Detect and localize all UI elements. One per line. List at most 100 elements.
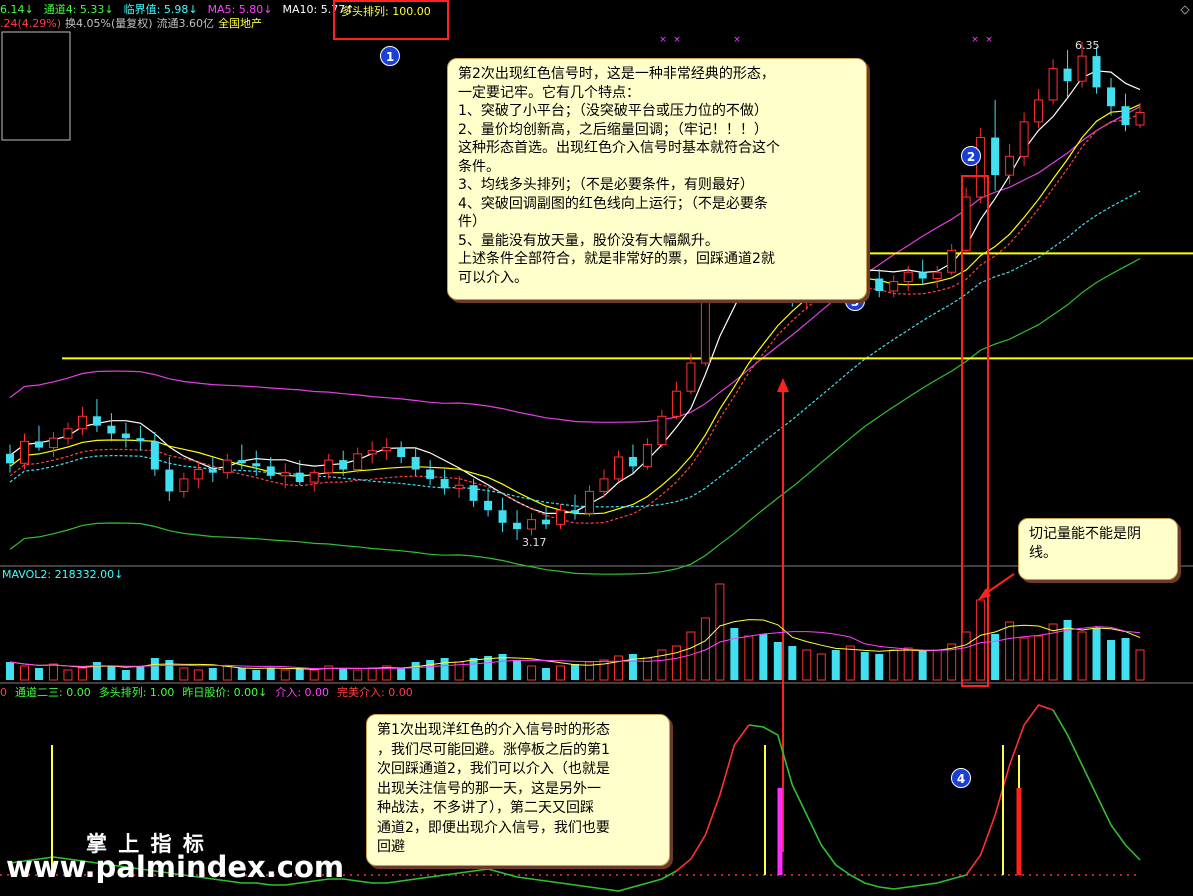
volume-bar-up — [19, 665, 29, 681]
callout-line: 可以介入。 — [458, 269, 528, 286]
candle-body-down — [875, 278, 884, 291]
volume-bar-up — [744, 635, 754, 681]
volume-bar-up — [903, 647, 913, 681]
badge-4: 4 — [951, 768, 971, 788]
volume-bar-up — [309, 669, 319, 681]
candle-body-down — [469, 485, 478, 501]
candle-body-up — [613, 456, 623, 480]
candle-body-up — [63, 428, 73, 439]
candle-body-up — [1077, 55, 1087, 82]
candle-body-down — [295, 472, 304, 483]
volume-bar-up — [599, 659, 609, 681]
candle-body-down — [1107, 87, 1116, 107]
volume-bar-up — [222, 665, 232, 681]
candle-body-up — [280, 472, 290, 477]
candle-body-down — [1092, 56, 1101, 88]
volume-bar-down — [34, 668, 43, 680]
callout-line: 次回踩通道2，我们可以介入（也就是 — [377, 761, 610, 777]
volume-bar-up — [889, 649, 899, 681]
callout-second-signal: 第2次出现红色信号时，这是一种非常经典的形态， 一定要记牢。它有几个特点： 1、突破… — [447, 58, 867, 300]
volume-bar-down — [542, 668, 551, 680]
volume-bar-down — [1121, 638, 1130, 680]
volume-bar-up — [1135, 649, 1145, 681]
candle-body-down — [252, 463, 261, 467]
header-value: MA5: 5.80↓ — [207, 3, 273, 16]
header-value: 换4.05%(量复权) — [65, 17, 153, 30]
candle-body-up — [454, 484, 464, 489]
volume-bar-up — [961, 631, 971, 681]
callout-volume-warning: 切记量能不能是阴 线。 — [1018, 518, 1178, 580]
callout-line: 回避 — [377, 839, 405, 855]
volume-bar-up — [613, 655, 623, 681]
volume-bar-down — [426, 660, 435, 680]
volume-bar-down — [397, 668, 406, 680]
candle-body-up — [179, 478, 189, 492]
volume-bar-down — [628, 654, 637, 680]
candle-body-up — [1034, 99, 1044, 123]
header-value: 通道二三: 0.00 — [15, 686, 91, 699]
volume-bar-up — [657, 649, 667, 681]
volume-bar-down — [773, 642, 782, 680]
volume-bar-up — [932, 649, 942, 681]
candle-body-down — [628, 457, 637, 467]
header-value: 0 — [0, 686, 7, 699]
header-value: 6.14↓ — [0, 3, 34, 16]
candle-body-up — [686, 362, 696, 392]
candle-body-down — [411, 457, 420, 470]
candle-body-down — [571, 510, 579, 514]
volume-bar-down — [411, 662, 420, 680]
callout-line: ，我们尽可能回避。涨停板之后的第1 — [377, 741, 610, 758]
callout-line: 件） — [458, 214, 486, 230]
volume-bar-down — [150, 658, 159, 680]
candle-body-up — [976, 137, 986, 198]
volume-bar-down — [918, 650, 927, 680]
candle-body-down — [1063, 68, 1072, 82]
candle-body-up — [671, 390, 681, 417]
candle-body-down — [92, 416, 101, 426]
candle-body-up — [903, 271, 913, 283]
volume-bar-up — [671, 645, 681, 681]
candle-body-down — [918, 272, 927, 279]
volume-bar-down — [788, 646, 797, 680]
candle-body-down — [513, 522, 522, 530]
callout-line: 切记量能不能是阴 — [1029, 526, 1141, 542]
header-value: 介入: 0.00 — [275, 686, 330, 699]
candle-body-up — [1135, 111, 1145, 126]
candle-body-down — [136, 438, 145, 442]
candle-body-up — [353, 453, 363, 471]
volume-bar-down — [92, 662, 101, 680]
volume-bar-down — [136, 666, 145, 680]
volume-bar-up — [1005, 621, 1015, 681]
candle-body-down — [150, 441, 159, 470]
volume-bar-up — [1077, 631, 1087, 681]
volume-bar-up — [48, 663, 58, 681]
stock-info-header: .24(4.29%) 换4.05%(量复权) 流通3.60亿 全国地产 — [0, 17, 266, 31]
volume-bar-down — [266, 668, 275, 680]
volume-bar-up — [976, 599, 986, 681]
chart-stage: × × × × × 6.14↓ 通道4: 5.33↓ 临界值: 5.98↓ MA5: 5.80… — [0, 0, 1193, 892]
volume-bar-up — [556, 665, 566, 681]
volume-bar-up — [845, 645, 855, 681]
volume-bar-down — [860, 652, 869, 680]
candle-body-up — [657, 415, 667, 445]
volume-bar-down — [295, 668, 304, 680]
candle-body-up — [961, 196, 971, 251]
callout-line: 第1次出现洋红色的介入信号时的形态 — [377, 722, 610, 738]
candle-body-down — [339, 460, 348, 470]
volume-bar-up — [1034, 635, 1044, 681]
callout-line: 一定要记牢。它有几个特点： — [458, 84, 640, 101]
candle-body-up — [932, 271, 942, 279]
candle-body-down — [121, 433, 130, 439]
callout-line: 4、突破回调副图的红色线向上运行；（不是必要条 — [458, 195, 768, 212]
volume-bar-down — [252, 670, 261, 680]
candle-body-up — [77, 415, 87, 430]
volume-bar-up — [802, 649, 812, 681]
volume-bar-up — [527, 665, 537, 681]
callout-line: 2、量价均创新高，之后缩量回调；（牢记！！！） — [458, 121, 768, 138]
volume-bar-up — [280, 669, 290, 681]
volume-bar-up — [179, 667, 189, 681]
candle-body-up — [222, 459, 232, 474]
multi-head-box: 多头排列: 100.00 — [333, 0, 449, 40]
candle-body-down — [440, 478, 449, 489]
candle-body-up — [700, 295, 710, 364]
